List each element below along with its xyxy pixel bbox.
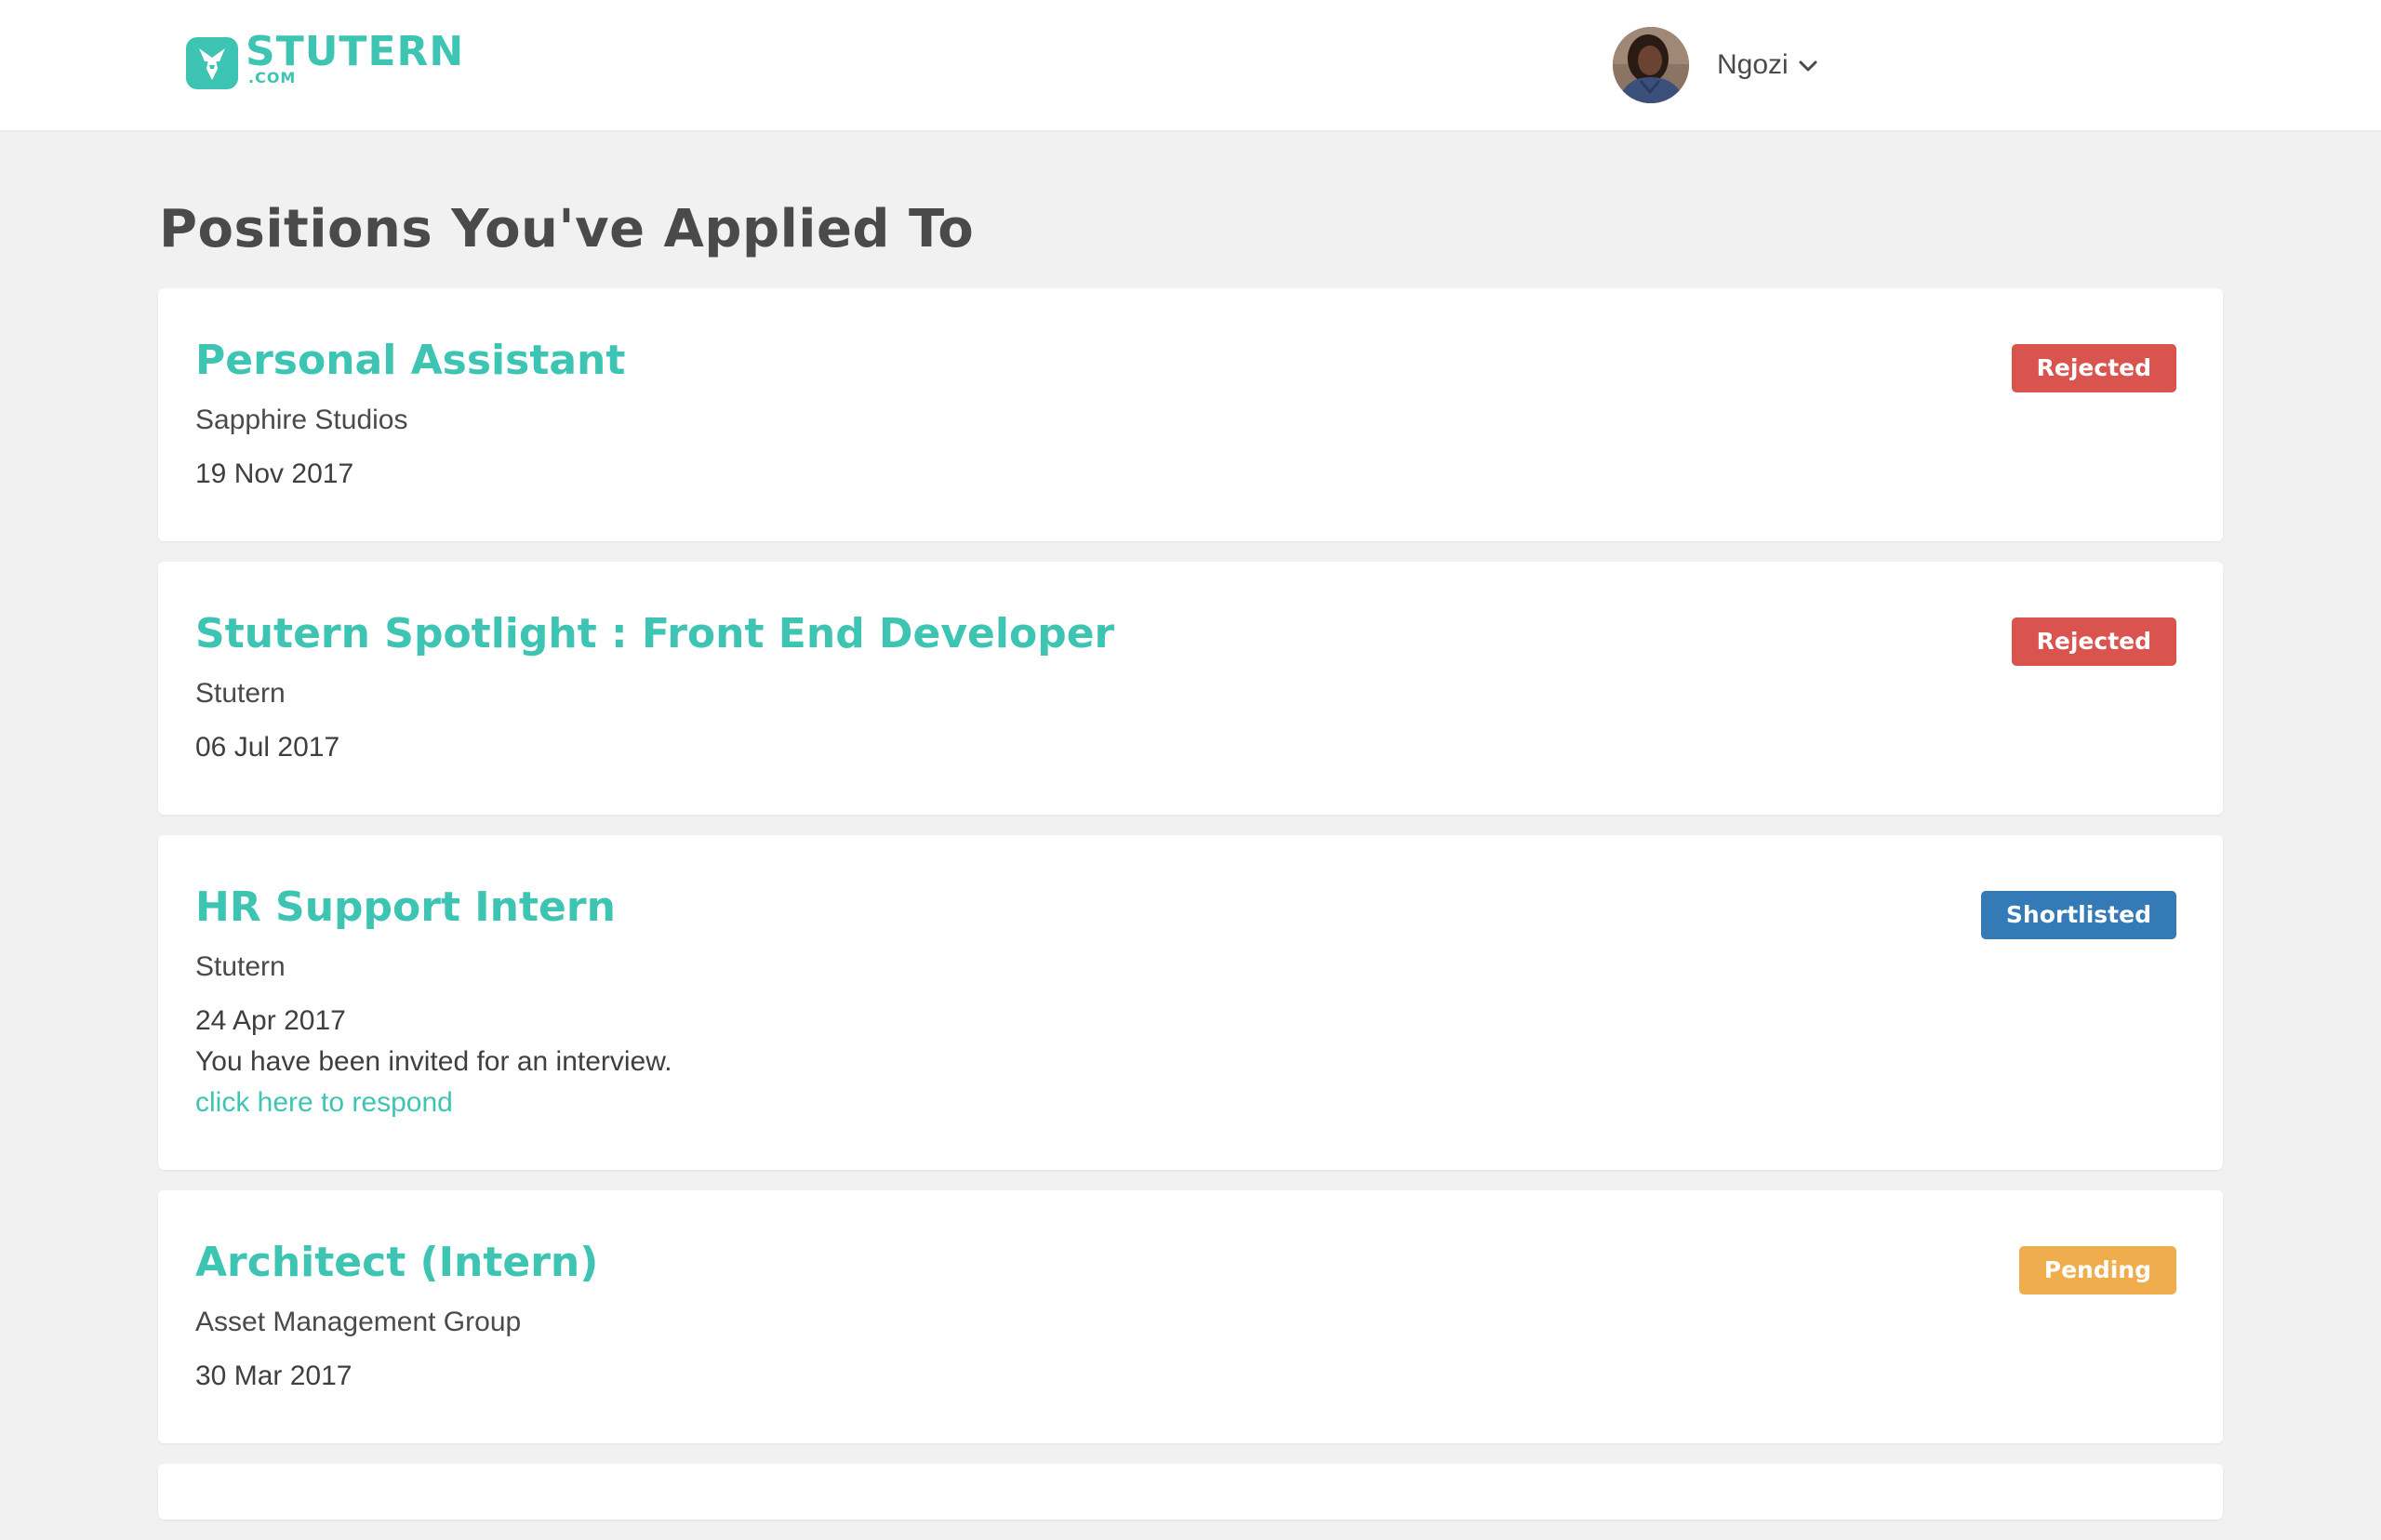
avatar xyxy=(1613,27,1689,103)
status-badge: Rejected xyxy=(2011,344,2176,392)
company-name: Stutern xyxy=(195,951,286,983)
application-date: 19 Nov 2017 xyxy=(195,458,354,490)
stutern-logo[interactable]: STUTERN .COM xyxy=(186,32,464,91)
application-date: 06 Jul 2017 xyxy=(195,732,340,763)
company-name: Asset Management Group xyxy=(195,1307,522,1338)
application-card-partial xyxy=(158,1464,2223,1520)
user-name: Ngozi xyxy=(1717,49,1789,80)
job-title-link[interactable]: Architect (Intern) xyxy=(195,1240,598,1285)
tie-logo-icon xyxy=(186,37,238,89)
status-badge: Rejected xyxy=(2011,617,2176,666)
company-name: Sapphire Studios xyxy=(195,405,408,436)
application-card: Architect (Intern) Asset Management Grou… xyxy=(158,1190,2223,1443)
logo-text: STUTERN .COM xyxy=(246,32,464,86)
job-title-link[interactable]: Stutern Spotlight : Front End Developer xyxy=(195,611,1114,657)
brand-suffix: .COM xyxy=(248,69,297,86)
application-card: Stutern Spotlight : Front End Developer … xyxy=(158,562,2223,815)
chevron-down-icon xyxy=(1798,60,1818,77)
job-title-link[interactable]: Personal Assistant xyxy=(195,338,625,383)
application-date: 24 Apr 2017 xyxy=(195,1005,346,1037)
application-card: HR Support Intern Stutern 24 Apr 2017 Yo… xyxy=(158,835,2223,1170)
respond-link[interactable]: click here to respond xyxy=(195,1086,453,1120)
brand-name: STUTERN xyxy=(246,28,465,75)
company-name: Stutern xyxy=(195,678,286,710)
job-title-link[interactable]: HR Support Intern xyxy=(195,884,616,930)
applications-list: Personal Assistant Sapphire Studios 19 N… xyxy=(158,288,2223,1540)
status-badge: Shortlisted xyxy=(1980,891,2176,939)
application-date: 30 Mar 2017 xyxy=(195,1361,352,1392)
user-menu[interactable]: Ngozi xyxy=(1613,27,1818,103)
status-badge: Pending xyxy=(2018,1246,2176,1294)
top-navbar: STUTERN .COM Ngozi xyxy=(0,0,2381,130)
application-card: Personal Assistant Sapphire Studios 19 N… xyxy=(158,288,2223,541)
page-title: Positions You've Applied To xyxy=(159,199,975,259)
interview-invite-note: You have been invited for an interview. xyxy=(195,1046,672,1078)
